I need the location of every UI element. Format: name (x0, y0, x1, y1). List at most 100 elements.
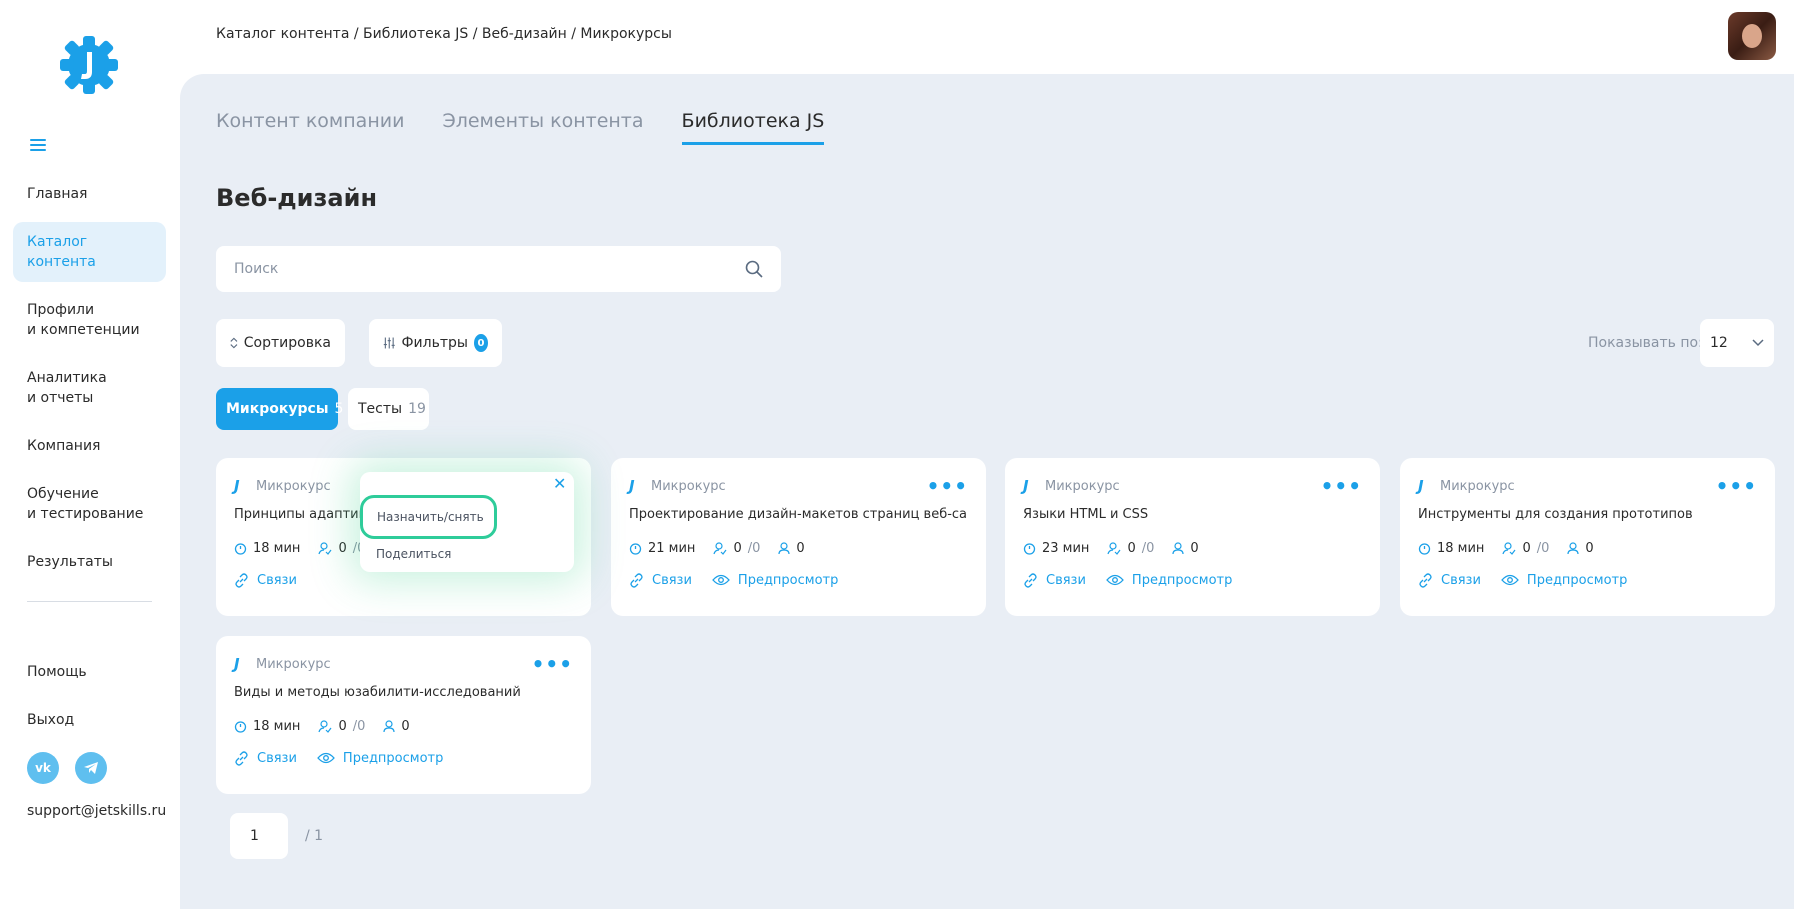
jetskills-j-icon: J (234, 655, 240, 673)
eye-icon (317, 752, 335, 764)
more-options-icon[interactable]: ••• (927, 476, 968, 496)
sort-button[interactable]: Сортировка (216, 319, 345, 367)
page-total: / 1 (305, 828, 324, 844)
preview-button[interactable]: Предпросмотр (317, 751, 443, 766)
sidebar-item-learning[interactable]: Обучение и тестирование (13, 474, 166, 534)
card-title[interactable]: Инструменты для создания прототипов (1418, 507, 1757, 527)
links-button[interactable]: Связи (234, 751, 297, 766)
sidebar-item-results[interactable]: Результаты (13, 542, 166, 582)
user-icon (1567, 541, 1579, 554)
telegram-icon[interactable] (75, 752, 107, 784)
sidebar-item-content-catalog[interactable]: Каталог контента (13, 222, 166, 282)
card-users: 0 (1190, 540, 1199, 556)
sidebar-item-analytics[interactable]: Аналитика и отчеты (13, 358, 166, 418)
avatar-face (1742, 24, 1762, 48)
sidebar-item-logout[interactable]: Выход (13, 700, 166, 740)
timer-icon (234, 720, 247, 733)
preview-button[interactable]: Предпросмотр (712, 573, 838, 588)
preview-button[interactable]: Предпросмотр (1106, 573, 1232, 588)
eye-icon (712, 574, 730, 586)
filter-button[interactable]: Фильтры 0 (369, 319, 502, 367)
page-title: Веб-дизайн (216, 184, 378, 212)
card-title[interactable]: Виды и методы юзабилити-исследований (234, 685, 573, 705)
sidebar: Главная Каталог контента Профили и компе… (0, 0, 180, 909)
card-assigned: 0 (338, 718, 347, 734)
card-assigned-total: /0 (352, 718, 366, 734)
sidebar-item-help[interactable]: Помощь (13, 652, 166, 692)
jetskills-logo-icon[interactable] (58, 34, 120, 96)
links-label: Связи (652, 572, 692, 588)
course-card[interactable]: J Микрокурс ••• Проектирование дизайн-ма… (611, 458, 986, 616)
card-type: Микрокурс (1440, 478, 1515, 494)
sidebar-item-company[interactable]: Компания (13, 426, 166, 466)
assign-menu-item[interactable]: Назначить/снять (360, 495, 497, 539)
user-icon (1172, 541, 1184, 554)
user-icon (778, 541, 790, 554)
sidebar-bottom-nav: Помощь Выход (13, 652, 166, 748)
vk-icon[interactable]: vk (27, 752, 59, 784)
user-icon (383, 719, 395, 732)
card-assigned-total: /0 (1536, 540, 1550, 556)
breadcrumb[interactable]: Каталог контента / Библиотека JS / Веб-д… (216, 26, 672, 42)
course-card[interactable]: J Микрокурс ••• Языки HTML и CSS 23 мин … (1005, 458, 1380, 616)
tab-company-content[interactable]: Контент компании (216, 110, 404, 145)
card-type: Микрокурс (1045, 478, 1120, 494)
links-button[interactable]: Связи (234, 573, 297, 588)
more-options-icon[interactable]: ••• (1716, 476, 1757, 496)
menu-toggle-icon[interactable] (30, 139, 46, 151)
sort-label: Сортировка (243, 335, 331, 351)
jetskills-j-icon: J (1023, 477, 1029, 495)
filter-sliders-icon (383, 337, 395, 349)
search-icon[interactable] (745, 260, 763, 278)
eye-icon (1501, 574, 1519, 586)
type-tab-tests[interactable]: Тесты 19 (348, 388, 429, 430)
share-menu-item[interactable]: Поделиться (376, 547, 451, 561)
more-options-icon[interactable]: ••• (532, 654, 573, 674)
filter-label: Фильтры (401, 335, 468, 351)
link-icon (1419, 572, 1432, 588)
main-panel: Контент компании Элементы контента Библи… (180, 74, 1794, 909)
card-assigned: 0 (733, 540, 742, 556)
preview-button[interactable]: Предпросмотр (1501, 573, 1627, 588)
content-tabs: Контент компании Элементы контента Библи… (216, 110, 825, 145)
preview-label: Предпросмотр (1131, 572, 1233, 588)
card-users: 0 (401, 718, 410, 734)
eye-icon (1106, 574, 1124, 586)
links-button[interactable]: Связи (1023, 573, 1086, 588)
search-input[interactable] (234, 261, 745, 277)
jetskills-j-icon: J (629, 477, 635, 495)
links-button[interactable]: Связи (1418, 573, 1481, 588)
tab-js-library[interactable]: Библиотека JS (681, 110, 825, 145)
card-title[interactable]: Языки HTML и CSS (1023, 507, 1362, 527)
page-number-input[interactable]: 1 (230, 813, 288, 859)
preview-label: Предпросмотр (737, 572, 839, 588)
card-type: Микрокурс (651, 478, 726, 494)
course-card[interactable]: J Микрокурс ••• Виды и методы юзабилити-… (216, 636, 591, 794)
card-duration: 21 мин (648, 540, 696, 556)
page-size-select[interactable]: 12 (1700, 319, 1774, 367)
assigned-user-icon (713, 541, 727, 555)
support-email[interactable]: support@jetskills.ru (27, 803, 166, 819)
card-title[interactable]: Проектирование дизайн-макетов страниц ве… (629, 507, 968, 527)
sidebar-item-home[interactable]: Главная (13, 174, 166, 214)
page-size-value: 12 (1710, 335, 1728, 351)
timer-icon (629, 542, 642, 555)
more-options-icon[interactable]: ••• (1321, 476, 1362, 496)
links-button[interactable]: Связи (629, 573, 692, 588)
card-type: Микрокурс (256, 656, 331, 672)
course-card[interactable]: J Микрокурс ••• Инструменты для создания… (1400, 458, 1775, 616)
sidebar-item-profiles[interactable]: Профили и компетенции (13, 290, 166, 350)
card-assigned: 0 (1522, 540, 1531, 556)
card-duration: 23 мин (1042, 540, 1090, 556)
sidebar-divider (27, 601, 152, 602)
jetskills-j-icon: J (234, 477, 240, 495)
assigned-user-icon (1502, 541, 1516, 555)
avatar[interactable] (1728, 12, 1776, 60)
close-icon[interactable]: ✕ (553, 476, 569, 492)
type-tab-microcourses[interactable]: Микрокурсы 5 (216, 388, 343, 430)
assigned-user-icon (318, 541, 332, 555)
filter-count-badge: 0 (473, 334, 488, 352)
link-icon (1024, 572, 1037, 588)
card-users: 0 (1585, 540, 1594, 556)
tab-content-elements[interactable]: Элементы контента (442, 110, 643, 145)
